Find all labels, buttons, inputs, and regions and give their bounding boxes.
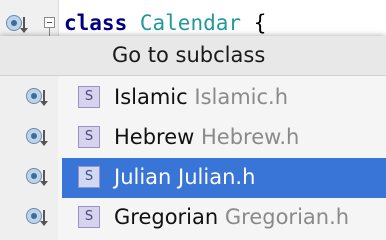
subclass-item-gregorian[interactable]: S Gregorian Gregorian.h — [62, 198, 386, 238]
class-name: Calendar — [139, 11, 242, 35]
subclass-file: Gregorian.h — [224, 205, 350, 229]
subclass-item-julian[interactable]: S Julian Julian.h — [62, 158, 386, 198]
code-line-class-declaration: class Calendar { — [64, 8, 266, 38]
subclass-name: Hebrew — [114, 125, 195, 149]
implemented-marker-icon — [26, 168, 52, 188]
subclass-file: Hebrew.h — [201, 125, 300, 149]
class-icon: S — [78, 86, 100, 108]
class-icon: S — [78, 126, 100, 148]
implemented-marker-icon — [26, 88, 52, 108]
subclass-name: Julian — [114, 165, 172, 189]
overridden-marker-icon[interactable] — [6, 15, 32, 35]
open-brace: { — [253, 11, 267, 35]
subclass-name: Islamic — [114, 85, 188, 109]
go-to-subclass-popup: Go to subclass S Islamic Islamic.h S Heb… — [0, 36, 386, 240]
implemented-marker-icon — [26, 128, 52, 148]
subclass-file: Julian.h — [178, 165, 256, 189]
subclass-item-hebrew[interactable]: S Hebrew Hebrew.h — [62, 118, 386, 158]
subclass-item-islamic[interactable]: S Islamic Islamic.h — [62, 78, 386, 118]
class-icon: S — [78, 206, 100, 228]
keyword-class: class — [64, 11, 128, 35]
implemented-marker-icon — [26, 208, 52, 228]
fold-toggle-icon[interactable] — [44, 17, 55, 36]
subclass-name: Gregorian — [114, 205, 219, 229]
popup-title: Go to subclass — [112, 43, 266, 67]
class-icon: S — [78, 166, 100, 188]
subclass-file: Islamic.h — [194, 85, 289, 109]
popup-header: Go to subclass — [0, 36, 386, 76]
